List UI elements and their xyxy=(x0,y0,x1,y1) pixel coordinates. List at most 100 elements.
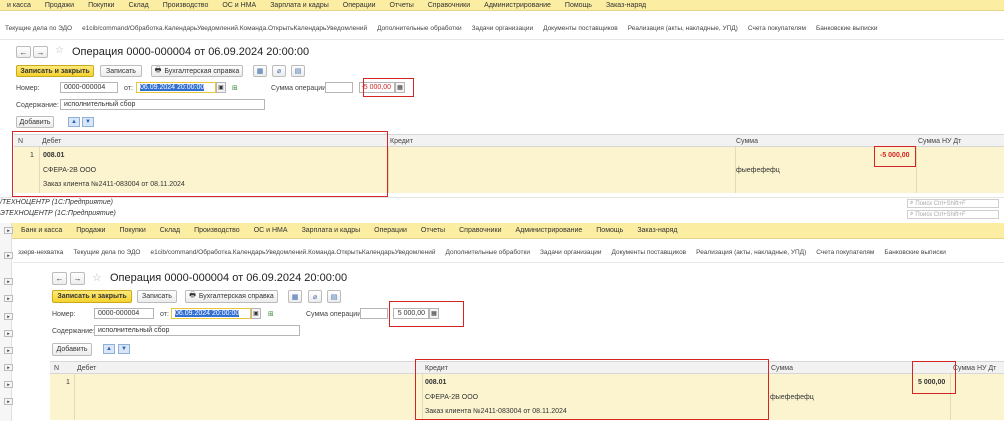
menu-item[interactable]: Справочники xyxy=(421,2,477,9)
left-panel-item[interactable]: ▸ xyxy=(4,398,13,405)
col-sum-nu[interactable]: Сумма НУ Дт xyxy=(953,365,996,372)
report-button[interactable]: ▤ xyxy=(291,65,305,77)
back-button[interactable]: ← xyxy=(52,272,67,285)
menu-item[interactable]: и касса xyxy=(0,2,38,9)
menu-item[interactable]: Покупки xyxy=(112,227,152,234)
menu-item[interactable]: Отчеты xyxy=(383,2,421,9)
content-field[interactable]: исполнительный сбор xyxy=(60,99,265,110)
left-panel-item[interactable]: ▸ xyxy=(4,330,13,337)
tab-item[interactable]: Документы поставщиков xyxy=(607,249,692,256)
tab-item[interactable]: Банковские выписки xyxy=(879,249,951,256)
highlight-box xyxy=(363,78,414,97)
menu-item[interactable]: Операции xyxy=(367,227,414,234)
print-reference-button[interactable]: 🖶 Бухгалтерская справка xyxy=(151,65,243,77)
tab-item[interactable]: Задачи организации xyxy=(467,25,539,32)
tab-item[interactable]: e1cib/command/Обработка.КалендарьУведомл… xyxy=(145,249,440,256)
menu-item[interactable]: Покупки xyxy=(81,2,121,9)
col-n[interactable]: N xyxy=(54,365,59,372)
number-field[interactable]: 0000-000004 xyxy=(60,82,118,93)
tab-item[interactable]: Текущие дела по ЭДО xyxy=(0,25,77,32)
menu-item[interactable]: Склад xyxy=(153,227,187,234)
save-and-close-button[interactable]: Записать и закрыть xyxy=(52,290,132,303)
left-panel-item[interactable]: ▸ xyxy=(4,347,13,354)
tab-item[interactable]: Банковские выписки xyxy=(811,25,883,32)
menu-item[interactable]: Заказ-наряд xyxy=(630,227,684,234)
menu-item[interactable]: Производство xyxy=(156,2,216,9)
menu-item[interactable]: Продажи xyxy=(38,2,81,9)
tab-item[interactable]: Текущие дела по ЭДО xyxy=(68,249,145,256)
attach-button[interactable]: ⌀ xyxy=(308,290,322,303)
content-field[interactable]: исполнительный сбор xyxy=(94,325,300,336)
menu-item[interactable]: Администрирование xyxy=(509,227,590,234)
tab-item[interactable]: Реализация (акты, накладные, УПД) xyxy=(623,25,743,32)
tab-item[interactable]: Реализация (акты, накладные, УПД) xyxy=(691,249,811,256)
print-reference-button[interactable]: 🖶 Бухгалтерская справка xyxy=(185,290,278,303)
star-icon[interactable]: ☆ xyxy=(92,271,102,284)
menu-item[interactable]: ОС и НМА xyxy=(247,227,295,234)
menu-item[interactable]: Отчеты xyxy=(414,227,452,234)
tab-item[interactable]: Документы поставщиков xyxy=(538,25,623,32)
menu-item[interactable]: Помощь xyxy=(558,2,599,9)
add-button[interactable]: Добавить xyxy=(16,116,54,128)
col-sum[interactable]: Сумма xyxy=(771,365,793,372)
save-button[interactable]: Записать xyxy=(100,65,142,77)
menu-item[interactable]: Зарплата и кадры xyxy=(295,227,368,234)
col-debit[interactable]: Дебет xyxy=(77,365,96,372)
tab-item[interactable]: Дополнительные обработки xyxy=(372,25,466,32)
search-input-1[interactable]: ⌕ Поиск Ctrl+Shift+F xyxy=(907,199,999,208)
move-down-button[interactable]: ▼ xyxy=(118,344,130,354)
menu-item[interactable]: Продажи xyxy=(69,227,112,234)
menu-item[interactable]: Операции xyxy=(336,2,383,9)
left-panel-item[interactable]: ▸ xyxy=(4,252,13,259)
menu-item[interactable]: Справочники xyxy=(452,227,508,234)
menu-item[interactable]: Помощь xyxy=(589,227,630,234)
menu-item[interactable]: ОС и НМА xyxy=(215,2,263,9)
add-button[interactable]: Добавить xyxy=(52,343,92,356)
attach-button[interactable]: ⌀ xyxy=(272,65,286,77)
date-field[interactable]: 06.09.2024 20:00:00 xyxy=(171,308,251,319)
number-field[interactable]: 0000-000004 xyxy=(94,308,154,319)
left-panel-item[interactable]: ▸ xyxy=(4,278,13,285)
date-calendar-button[interactable]: ▣ xyxy=(216,82,226,93)
forward-button[interactable]: → xyxy=(33,46,48,58)
col-sum[interactable]: Сумма xyxy=(736,138,758,145)
row-comment[interactable]: фыефефефц xyxy=(736,167,780,174)
structure-button[interactable]: ▦ xyxy=(288,290,302,303)
menu-item[interactable]: Банк и касса xyxy=(14,227,69,234)
col-sum-nu[interactable]: Сумма НУ Дт xyxy=(918,138,961,145)
structure-button[interactable]: ▦ xyxy=(253,65,267,77)
highlight-box xyxy=(389,301,464,327)
menu-item[interactable]: Зарплата и кадры xyxy=(263,2,336,9)
save-button[interactable]: Записать xyxy=(137,290,177,303)
left-panel-item[interactable]: ▸ xyxy=(4,295,13,302)
menu-item[interactable]: Администрирование xyxy=(477,2,558,9)
date-calendar-button[interactable]: ▣ xyxy=(251,308,261,319)
left-panel-item[interactable]: ▸ xyxy=(4,381,13,388)
calc-icon[interactable]: ⊞ xyxy=(232,84,238,92)
move-down-button[interactable]: ▼ xyxy=(82,117,94,127)
left-panel-item[interactable]: ▸ xyxy=(4,313,13,320)
save-and-close-button[interactable]: Записать и закрыть xyxy=(16,65,94,77)
tab-item[interactable]: Дополнительные обработки xyxy=(441,249,535,256)
tab-item[interactable]: Счета покупателям xyxy=(811,249,879,256)
forward-button[interactable]: → xyxy=(70,272,85,285)
star-icon[interactable]: ☆ xyxy=(55,45,64,56)
date-field[interactable]: 06.09.2024 20:00:00 xyxy=(136,82,216,93)
left-panel-item[interactable]: ▸ xyxy=(4,227,13,234)
menu-item[interactable]: Производство xyxy=(187,227,247,234)
tab-item[interactable]: e1cib/command/Обработка.КалендарьУведомл… xyxy=(77,25,372,32)
row-comment[interactable]: фыефефефц xyxy=(770,394,814,401)
menu-item[interactable]: Склад xyxy=(121,2,155,9)
tab-item[interactable]: Задачи организации xyxy=(535,249,607,256)
menu-item[interactable]: Заказ-наряд xyxy=(599,2,653,9)
search-input-2[interactable]: ⌕ Поиск Ctrl+Shift+F xyxy=(907,210,999,219)
move-up-button[interactable]: ▲ xyxy=(103,344,115,354)
calc-icon[interactable]: ⊞ xyxy=(268,310,274,318)
tab-item[interactable]: ззерв-нехватка xyxy=(13,249,68,256)
left-panel-item[interactable]: ▸ xyxy=(4,364,13,371)
back-button[interactable]: ← xyxy=(16,46,31,58)
col-credit[interactable]: Кредит xyxy=(390,138,413,145)
move-up-button[interactable]: ▲ xyxy=(68,117,80,127)
tab-item[interactable]: Счета покупателям xyxy=(743,25,811,32)
report-button[interactable]: ▤ xyxy=(327,290,341,303)
